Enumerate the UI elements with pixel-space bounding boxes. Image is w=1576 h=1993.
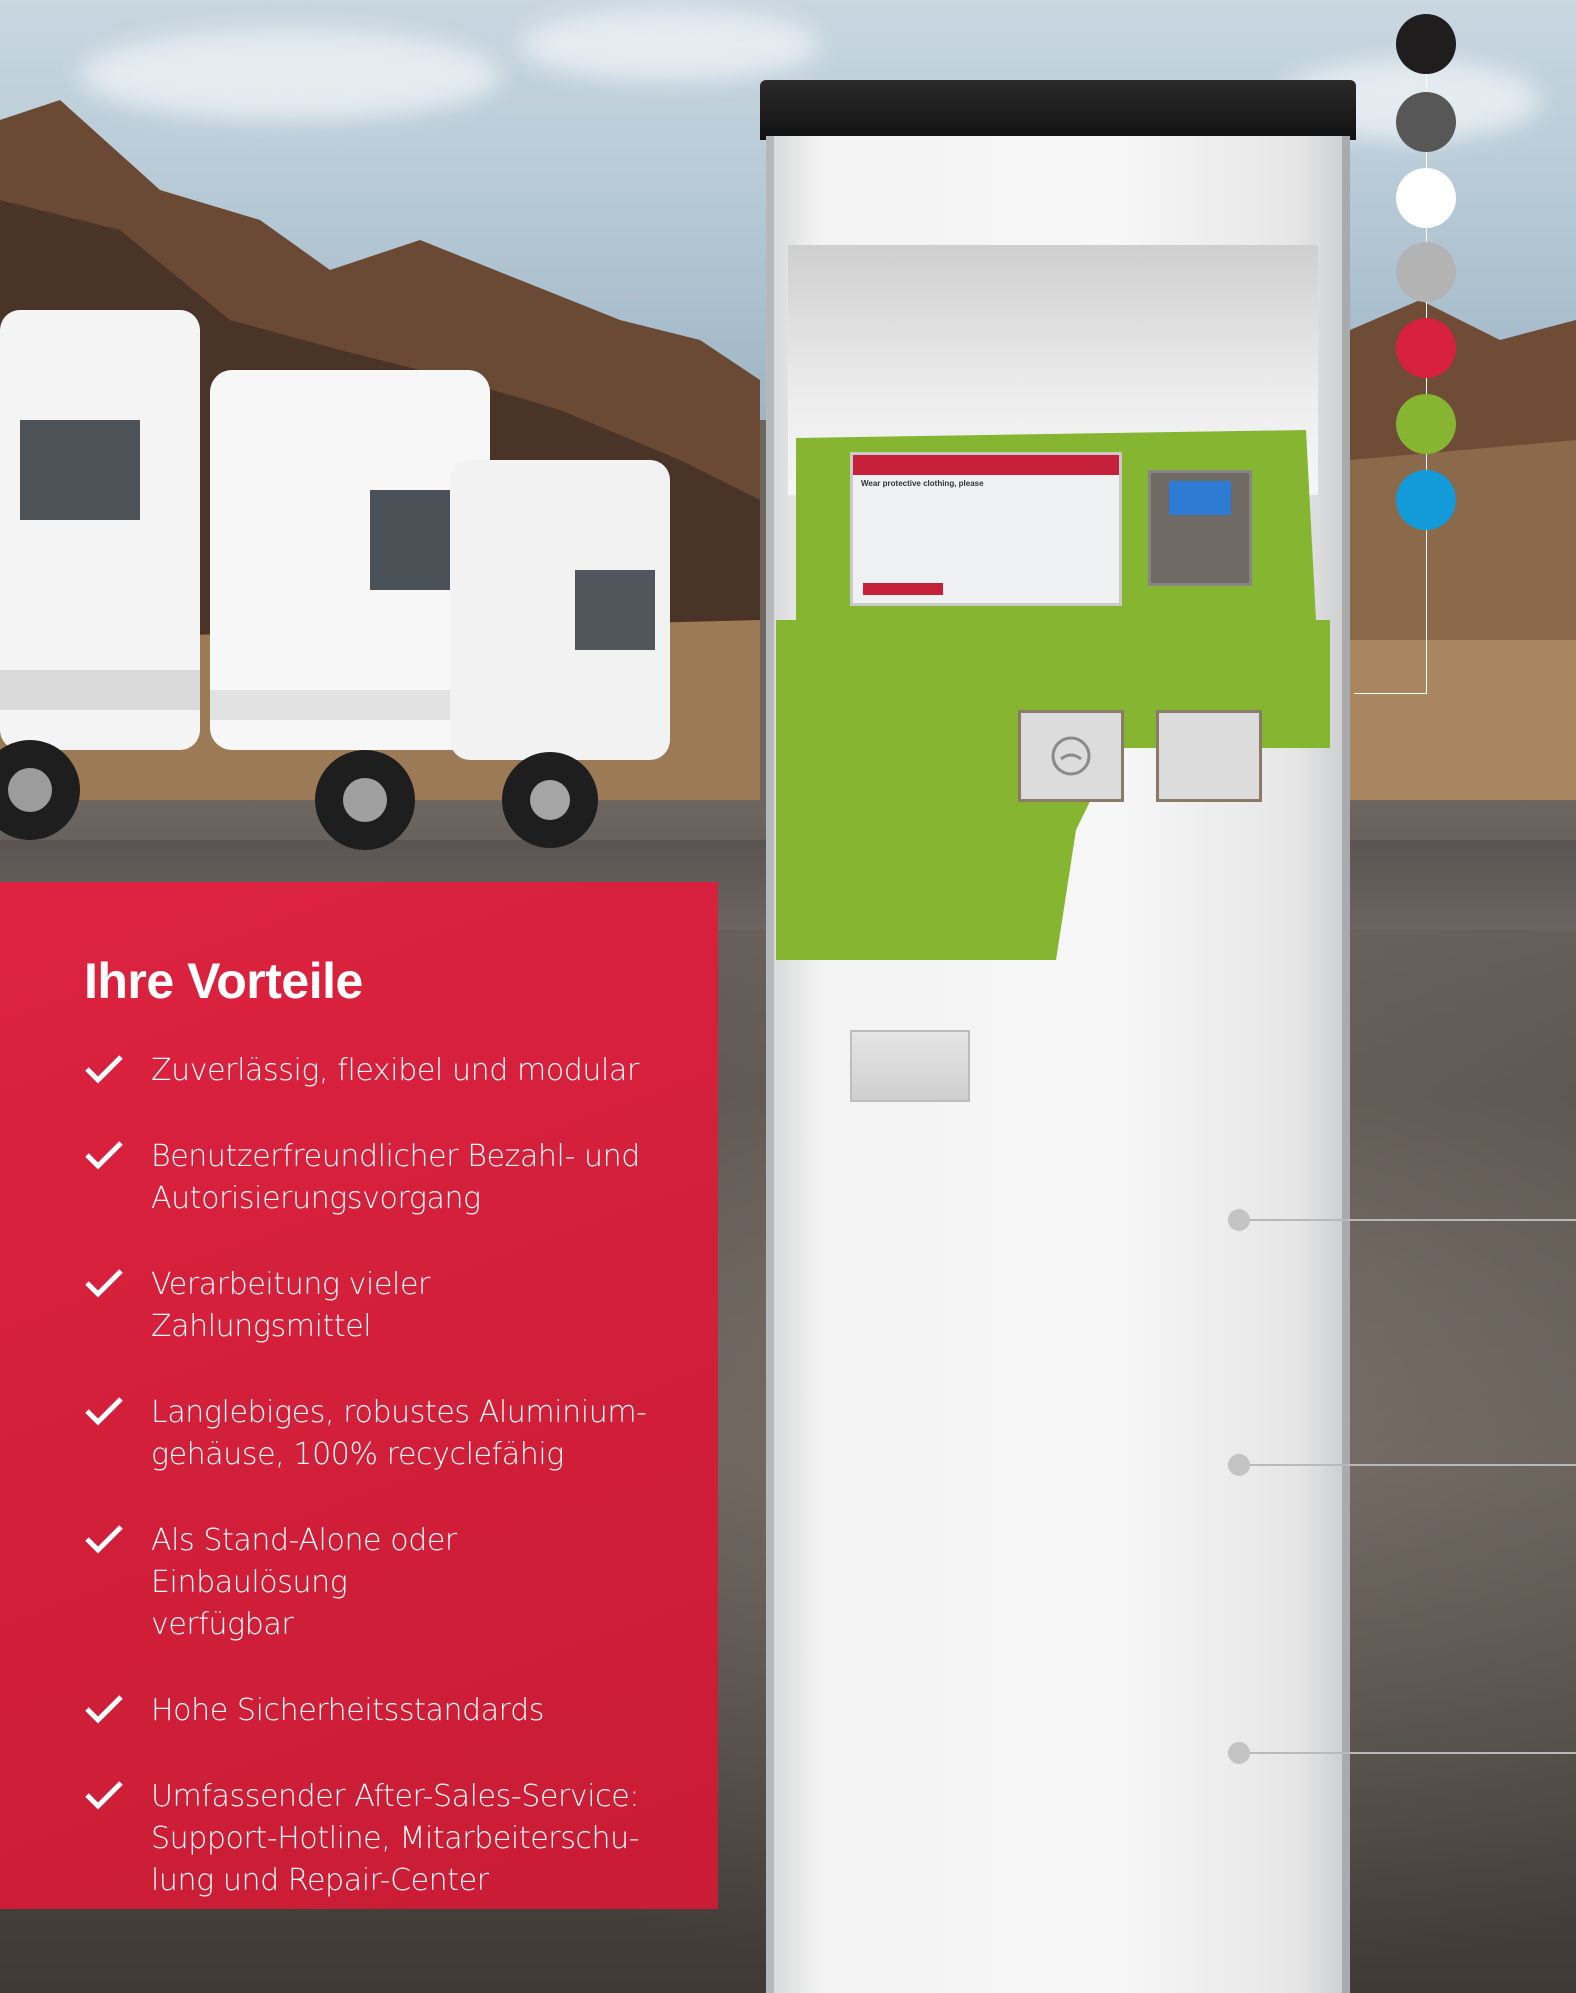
benefit-item: Hohe Sicherheitsstandards [84, 1690, 658, 1732]
benefit-item: Benutzerfreundlicher Bezahl- und Autoris… [84, 1136, 658, 1220]
color-swatch-red[interactable] [1396, 318, 1456, 378]
benefit-item: Als Stand-Alone oder Einbaulösung verfüg… [84, 1520, 658, 1646]
screen-heading: Wear protective clothing, please [861, 479, 984, 488]
pointer-dot [1228, 1209, 1250, 1231]
color-swatch-light-grey[interactable] [1396, 242, 1456, 302]
check-icon [85, 1055, 123, 1084]
benefit-item: Zuverlässig, flexibel und modular [84, 1050, 658, 1092]
benefit-text: Verarbeitung vieler Zahlungsmittel [151, 1267, 430, 1344]
check-icon [85, 1781, 123, 1810]
benefit-text: Als Stand-Alone oder Einbaulösung verfüg… [151, 1523, 457, 1642]
benefit-text: Benutzerfreundlicher Bezahl- und Autoris… [151, 1139, 640, 1216]
check-icon [85, 1525, 123, 1554]
card-slot-reader[interactable] [1156, 710, 1262, 802]
pointer-line [1240, 1752, 1576, 1754]
nfc-icon [1051, 736, 1091, 776]
screen-cancel-button[interactable] [863, 583, 943, 595]
benefit-item: Langlebiges, robustes Aluminium- gehäuse… [84, 1392, 658, 1476]
pointer-line [1240, 1464, 1576, 1466]
benefits-title: Ihre Vorteile [84, 953, 363, 1009]
color-swatch-blue[interactable] [1396, 470, 1456, 530]
color-swatch-dark-grey[interactable] [1396, 92, 1456, 152]
color-swatch-white[interactable] [1396, 168, 1456, 228]
check-icon [85, 1141, 123, 1170]
benefit-text: Umfassender After-Sales-Service: Support… [151, 1779, 640, 1898]
color-swatch-black[interactable] [1396, 14, 1456, 74]
payment-terminal-kiosk: Wear protective clothing, please [760, 80, 1356, 1993]
check-icon [85, 1695, 123, 1724]
kiosk-top-cap [760, 80, 1356, 140]
swatch-connector-tick [1354, 693, 1427, 694]
benefits-panel: Ihre Vorteile Zuverlässig, flexibel und … [0, 882, 718, 1909]
benefit-text: Langlebiges, robustes Aluminium- gehäuse… [151, 1395, 647, 1472]
pointer-dot [1228, 1454, 1250, 1476]
benefit-text: Hohe Sicherheitsstandards [151, 1693, 544, 1728]
pin-pad-display [1169, 481, 1231, 515]
check-icon [85, 1397, 123, 1426]
contactless-reader[interactable] [1018, 710, 1124, 802]
color-swatch-green[interactable] [1396, 394, 1456, 454]
benefit-text: Zuverlässig, flexibel und modular [151, 1053, 639, 1088]
ticket-output-slot[interactable] [850, 1030, 970, 1102]
pin-pad[interactable] [1148, 470, 1252, 586]
touch-screen[interactable]: Wear protective clothing, please [850, 452, 1122, 606]
check-icon [85, 1269, 123, 1298]
benefit-item: Verarbeitung vieler Zahlungsmittel [84, 1264, 658, 1348]
benefit-item: Umfassender After-Sales-Service: Support… [84, 1776, 658, 1902]
pointer-dot [1228, 1742, 1250, 1764]
pointer-line [1240, 1219, 1576, 1221]
screen-header-bar [853, 455, 1119, 475]
benefit-list: Zuverlässig, flexibel und modular Benutz… [84, 1050, 658, 1902]
trucks-illustration [0, 310, 670, 850]
